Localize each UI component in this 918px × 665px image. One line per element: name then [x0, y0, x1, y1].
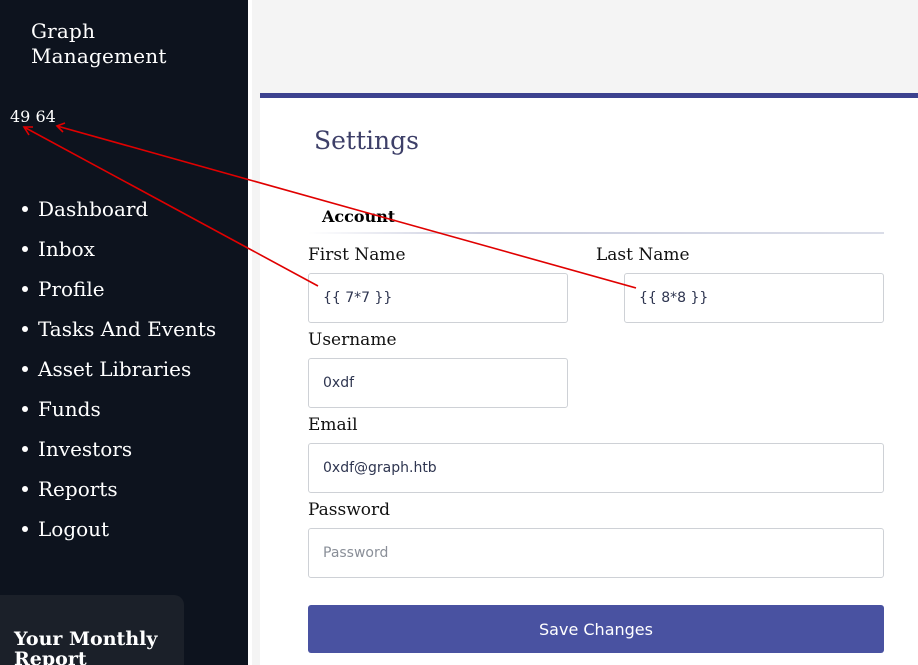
divider [248, 0, 252, 665]
bullet-icon [22, 246, 28, 252]
sidebar-item-reports[interactable]: Reports [0, 469, 216, 509]
sidebar-item-label: Logout [38, 517, 110, 541]
first-name-label: First Name [308, 245, 406, 265]
brand-line: Graph Management [31, 19, 167, 68]
tab-account[interactable]: Account [322, 207, 395, 226]
bullet-icon [22, 526, 28, 532]
save-changes-button[interactable]: Save Changes [308, 605, 884, 653]
sidebar-item-funds[interactable]: Funds [0, 389, 216, 429]
sidebar-item-label: Asset Libraries [38, 357, 192, 381]
sidebar-item-label: Funds [38, 397, 101, 421]
username-field[interactable]: 0xdf [308, 358, 568, 408]
sidebar-item-label: Tasks And Events [38, 317, 217, 341]
sidebar-item-label: Reports [38, 477, 118, 501]
brand-title[interactable]: Graph Management [31, 19, 167, 69]
sidebar-item-label: Profile [38, 277, 105, 301]
bullet-icon [22, 206, 28, 212]
password-label: Password [308, 500, 391, 520]
sidebar-item-profile[interactable]: Profile [0, 269, 216, 309]
sidebar-nav: Dashboard Inbox Profile Tasks And Events… [0, 189, 216, 549]
last-name-field[interactable]: {{ 8*8 }} [624, 273, 884, 323]
page-title: Settings [314, 126, 419, 155]
report-title: Your Monthly Report [14, 628, 158, 665]
bullet-icon [22, 326, 28, 332]
sidebar-item-label: Dashboard [38, 197, 149, 221]
monthly-report-card: Your Monthly Report [0, 595, 184, 665]
sidebar-item-label: Investors [38, 437, 133, 461]
tab-underline [308, 232, 884, 234]
password-field[interactable]: Password [308, 528, 884, 578]
bullet-icon [22, 446, 28, 452]
bullet-icon [22, 486, 28, 492]
sidebar-item-asset-libraries[interactable]: Asset Libraries [0, 349, 216, 389]
email-field[interactable]: 0xdf@graph.htb [308, 443, 884, 493]
sidebar-item-logout[interactable]: Logout [0, 509, 216, 549]
sidebar-item-inbox[interactable]: Inbox [0, 229, 216, 269]
bullet-icon [22, 406, 28, 412]
email-label: Email [308, 415, 358, 435]
first-name-field[interactable]: {{ 7*7 }} [308, 273, 568, 323]
sidebar-item-tasks-and-events[interactable]: Tasks And Events [0, 309, 216, 349]
sidebar-item-dashboard[interactable]: Dashboard [0, 189, 216, 229]
rendered-template-output: 49 64 [10, 107, 56, 126]
bullet-icon [22, 286, 28, 292]
sidebar-item-label: Inbox [38, 237, 95, 261]
bullet-icon [22, 366, 28, 372]
sidebar-item-investors[interactable]: Investors [0, 429, 216, 469]
last-name-label: Last Name [596, 245, 690, 265]
sidebar: Graph Management 49 64 Dashboard Inbox P… [0, 0, 248, 665]
settings-card: Settings Account First Name {{ 7*7 }} La… [260, 93, 918, 665]
username-label: Username [308, 330, 397, 350]
